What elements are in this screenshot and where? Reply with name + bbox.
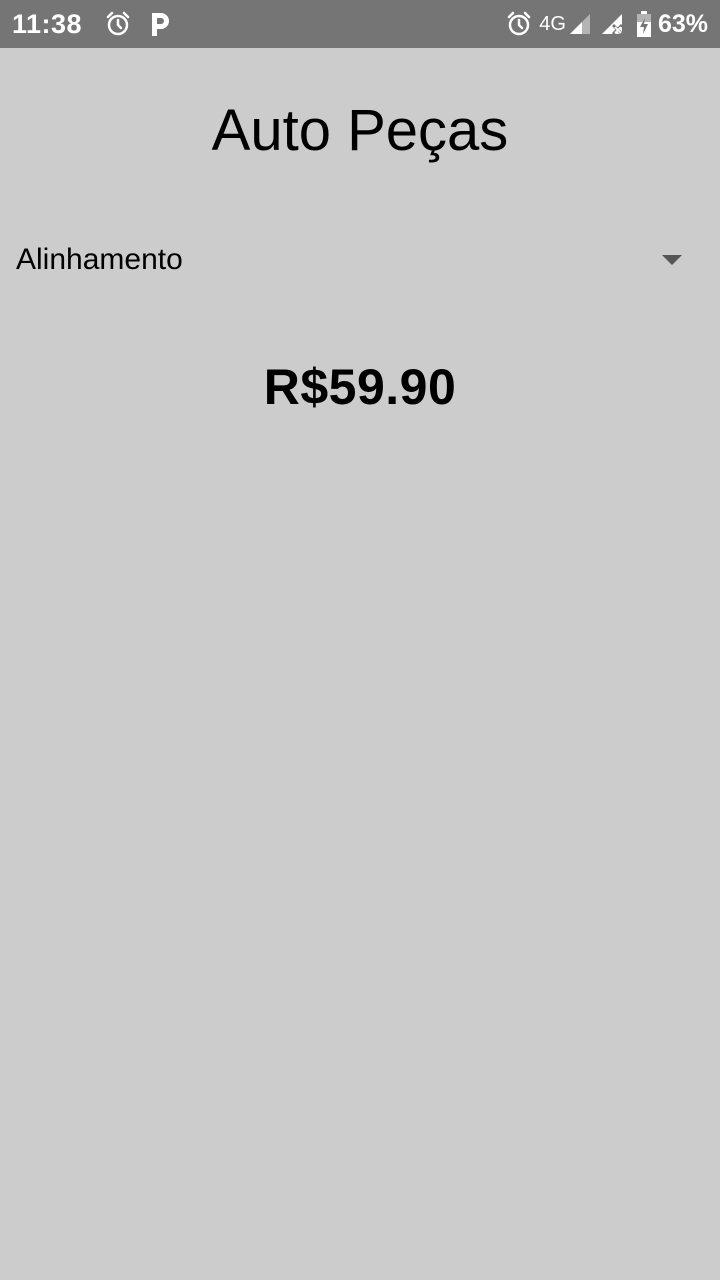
battery-percentage: 63% — [657, 9, 708, 38]
status-bar: 11:38 4G 63% — [0, 0, 720, 48]
battery-charging-icon — [636, 10, 652, 38]
signal-no-sim-icon — [600, 12, 626, 36]
alarm-icon — [505, 10, 533, 38]
app-title: Auto Peças — [211, 98, 509, 163]
parking-app-icon — [148, 10, 172, 38]
price-label: R$59.90 — [263, 359, 457, 415]
status-time: 11:38 — [12, 8, 83, 39]
alarm-icon — [104, 10, 132, 38]
dropdown-arrow-icon[interactable] — [662, 255, 682, 265]
signal-icon — [568, 12, 592, 36]
service-dropdown-value: Alinhamento — [16, 243, 183, 276]
network-type: 4G — [539, 12, 566, 35]
service-dropdown[interactable]: Alinhamento — [0, 230, 720, 290]
